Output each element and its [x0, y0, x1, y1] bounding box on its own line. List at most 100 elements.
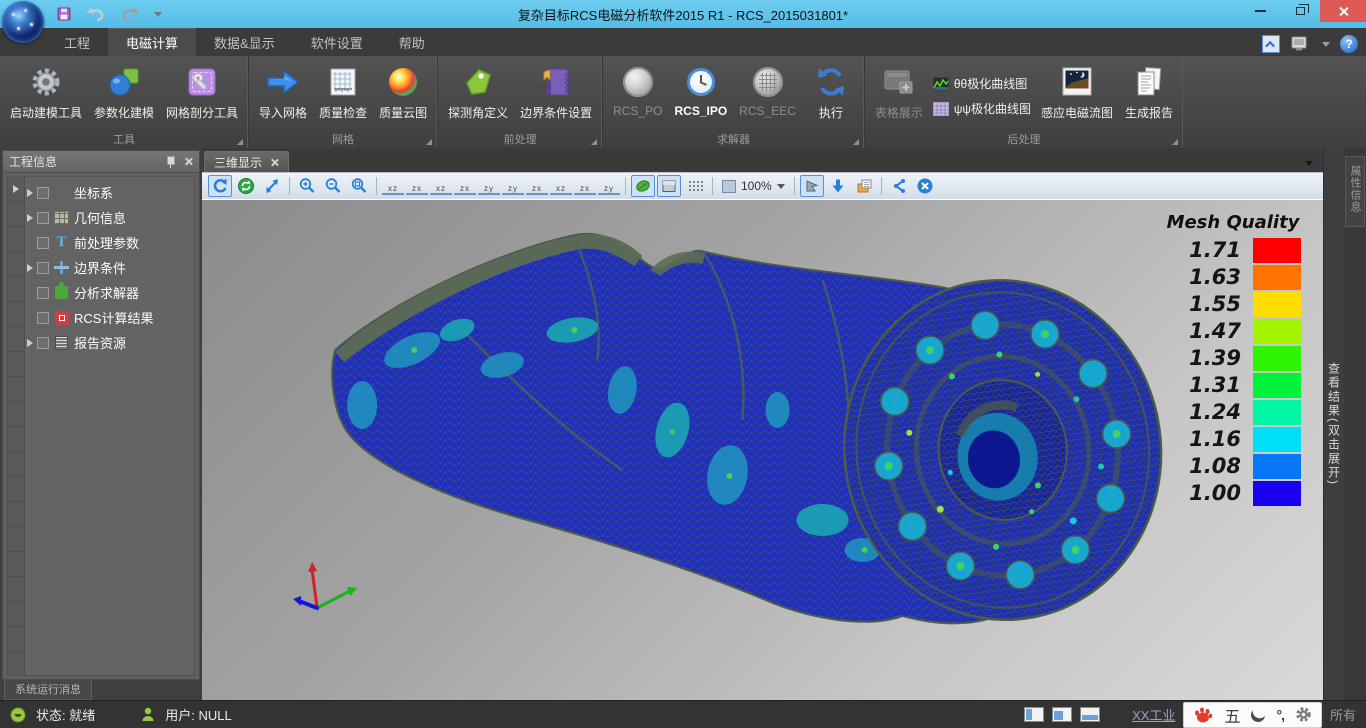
zoom-in-button[interactable] — [295, 175, 319, 197]
system-messages-tab[interactable]: 系统运行消息 — [4, 680, 92, 700]
view-preset-10-button[interactable]: zy — [598, 175, 620, 195]
view-preset-1-button[interactable]: xz — [382, 175, 404, 195]
display-style-dropdown-icon[interactable] — [1322, 42, 1330, 47]
select-mode-button[interactable] — [800, 175, 824, 197]
help-icon[interactable]: ? — [1340, 35, 1358, 53]
refresh-view-button[interactable] — [234, 175, 258, 197]
checkbox[interactable] — [37, 262, 49, 274]
layers-button[interactable] — [852, 175, 876, 197]
parametric-modeling-button[interactable]: 参数化建模 — [88, 60, 160, 124]
view-preset-8-button[interactable]: xz — [550, 175, 572, 195]
tab-em-computation[interactable]: 电磁计算 — [108, 28, 196, 56]
rcs-eec-button[interactable]: RCS_EEC — [733, 60, 802, 121]
quality-cloud-button[interactable]: 质量云图 — [373, 60, 433, 124]
expand-icon[interactable] — [27, 339, 33, 347]
tree-item-analysis-solver[interactable]: 分析求解器 — [25, 280, 194, 305]
view-preset-6-button[interactable]: zy — [502, 175, 524, 195]
minimize-button[interactable] — [1240, 0, 1280, 22]
tree-item-report-resources[interactable]: 报告资源 — [25, 330, 194, 355]
induced-current-map-button[interactable]: 感应电磁流图 — [1035, 60, 1119, 124]
layout-bottom-panel-button[interactable] — [1080, 707, 1100, 722]
probe-angle-button[interactable]: 探测角定义 — [442, 60, 514, 124]
theta-polarization-curve-button[interactable]: θθ极化曲线图 — [933, 75, 1031, 92]
gutter-expand-icon[interactable] — [13, 185, 19, 193]
drop-marker-button[interactable] — [826, 175, 850, 197]
execute-button[interactable]: 执行 — [802, 60, 860, 124]
viewport-3d[interactable]: Mesh Quality 1.71 1.63 1.55 1.47 1.39 1.… — [202, 200, 1323, 700]
ime-punctuation-icon[interactable]: °, — [1276, 707, 1284, 723]
zoom-out-button[interactable] — [321, 175, 345, 197]
tab-software-settings[interactable]: 软件设置 — [293, 28, 381, 56]
group-expand-icon[interactable] — [1172, 139, 1178, 145]
qat-dropdown-icon[interactable] — [154, 12, 162, 17]
generate-report-button[interactable]: 生成报告 — [1119, 60, 1179, 124]
collapse-ribbon-icon[interactable] — [1262, 35, 1280, 53]
redo-button[interactable] — [120, 6, 140, 22]
group-expand-icon[interactable] — [853, 139, 859, 145]
ime-fullhalf-moon-icon[interactable] — [1250, 706, 1266, 722]
tree-item-geometry-info[interactable]: 几何信息 — [25, 205, 194, 230]
psi-polarization-curve-button[interactable]: ψψ极化曲线图 — [933, 100, 1031, 117]
undo-button[interactable] — [86, 6, 106, 22]
expand-icon[interactable] — [27, 214, 33, 222]
checkbox[interactable] — [37, 312, 49, 324]
launch-modeling-tool-button[interactable]: 启动建模工具 — [4, 60, 88, 124]
results-collapsed-tab[interactable]: 查看结果(双击展开) — [1323, 148, 1344, 700]
checkbox[interactable] — [37, 237, 49, 249]
expand-icon[interactable] — [27, 264, 33, 272]
tab-close-icon[interactable] — [270, 158, 279, 167]
layout-split-button[interactable] — [1052, 707, 1072, 722]
rotate-view-button[interactable] — [208, 175, 232, 197]
meshing-tool-button[interactable]: 网格剖分工具 — [160, 60, 244, 124]
share-button[interactable] — [887, 175, 911, 197]
tree-item-rcs-results[interactable]: RCS计算结果 — [25, 305, 194, 330]
view-preset-5-button[interactable]: zy — [478, 175, 500, 195]
shaded-view-button[interactable] — [631, 175, 655, 197]
view-preset-4-button[interactable]: zx — [454, 175, 476, 195]
tab-project[interactable]: 工程 — [46, 28, 108, 56]
checkbox[interactable] — [37, 287, 49, 299]
table-display-button[interactable]: 表格展示 — [869, 60, 929, 124]
points-view-button[interactable] — [683, 175, 707, 197]
import-mesh-button[interactable]: 导入网格 — [253, 60, 313, 124]
pin-icon[interactable] — [166, 156, 174, 168]
tree-item-preprocess-params[interactable]: T 前处理参数 — [25, 230, 194, 255]
tab-data-display[interactable]: 数据&显示 — [196, 28, 293, 56]
tab-help[interactable]: 帮助 — [381, 28, 443, 56]
tree-item-coordinate-system[interactable]: 坐标系 — [25, 180, 194, 205]
view-preset-2-button[interactable]: zx — [406, 175, 428, 195]
tab-3d-display[interactable]: 三维显示 — [204, 151, 289, 172]
ime-settings-gear-icon[interactable] — [1295, 706, 1312, 723]
zoom-percent-control[interactable]: 100% — [718, 179, 789, 193]
tab-list-dropdown-icon[interactable] — [1305, 161, 1313, 166]
ime-baidu-paw-icon[interactable] — [1193, 706, 1213, 724]
pan-zoom-button[interactable] — [260, 175, 284, 197]
quality-check-button[interactable]: 质量检查 — [313, 60, 373, 124]
property-info-tab[interactable]: 属性信息 — [1345, 156, 1365, 227]
close-button[interactable] — [1320, 0, 1366, 22]
expand-icon[interactable] — [27, 189, 33, 197]
boundary-condition-button[interactable]: 边界条件设置 — [514, 60, 598, 124]
ime-input-mode[interactable]: 五 — [1224, 703, 1240, 727]
zoom-dropdown-icon[interactable] — [777, 184, 785, 189]
group-expand-icon[interactable] — [426, 139, 432, 145]
app-logo-icon[interactable] — [2, 1, 44, 43]
save-button[interactable] — [56, 6, 72, 22]
view-preset-9-button[interactable]: zx — [574, 175, 596, 195]
restore-button[interactable] — [1280, 0, 1320, 22]
wireframe-view-button[interactable] — [657, 175, 681, 197]
zoom-fit-button[interactable] — [347, 175, 371, 197]
panel-close-icon[interactable] — [184, 157, 193, 166]
layout-left-panel-button[interactable] — [1024, 707, 1044, 722]
checkbox[interactable] — [37, 187, 49, 199]
view-preset-7-button[interactable]: zx — [526, 175, 548, 195]
rcs-po-button[interactable]: RCS_PO — [607, 60, 668, 121]
group-expand-icon[interactable] — [237, 139, 243, 145]
group-expand-icon[interactable] — [591, 139, 597, 145]
close-view-button[interactable] — [913, 175, 937, 197]
display-style-icon[interactable] — [1290, 35, 1312, 53]
checkbox[interactable] — [37, 212, 49, 224]
tree-item-boundary-conditions[interactable]: 边界条件 — [25, 255, 194, 280]
rcs-ipo-button[interactable]: RCS_IPO — [668, 60, 733, 121]
checkbox[interactable] — [37, 337, 49, 349]
